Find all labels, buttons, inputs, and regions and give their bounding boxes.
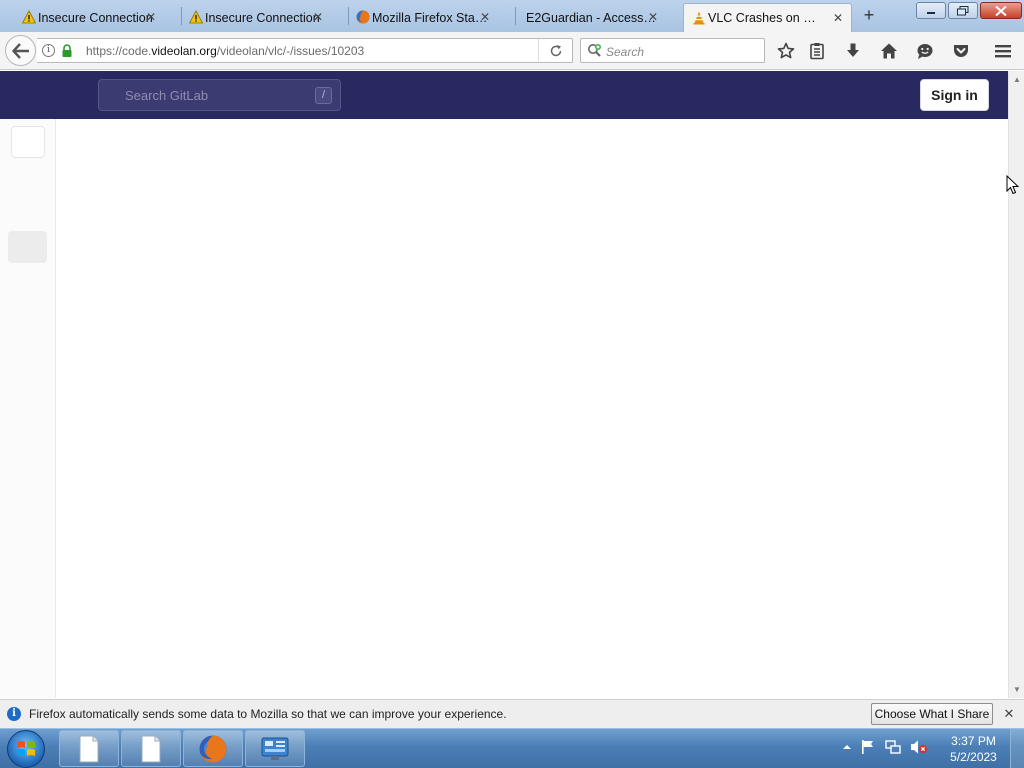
minimize-icon (927, 11, 935, 14)
lock-icon[interactable] (61, 44, 73, 58)
document-icon (79, 735, 99, 762)
download-arrow-icon (847, 43, 859, 57)
reader-list-button[interactable] (807, 41, 827, 61)
gitlab-search-input[interactable] (99, 80, 304, 110)
minimize-button[interactable] (916, 2, 946, 19)
search-shortcut-hint: / (315, 87, 332, 104)
volume-muted-icon[interactable] (910, 739, 928, 755)
sidebar-project-avatar[interactable] (11, 126, 45, 158)
close-window-button[interactable] (980, 2, 1022, 19)
home-button[interactable] (879, 41, 899, 61)
hello-button[interactable] (915, 41, 935, 61)
url-scheme: https://code. (86, 44, 152, 58)
tab-insecure-connection-2[interactable]: Insecure Connection ✕ (181, 3, 331, 32)
gitlab-header: / Sign in (0, 71, 1008, 119)
url-bar[interactable]: i https://code.videolan.org/videolan/vlc… (37, 38, 573, 63)
taskbar-firefox[interactable] (183, 730, 243, 767)
control-panel-icon (261, 737, 289, 760)
mouse-cursor-icon (1006, 175, 1020, 195)
document-icon (141, 735, 161, 762)
star-icon (777, 42, 795, 59)
downloads-button[interactable] (843, 41, 863, 61)
taskbar-explorer-2[interactable] (121, 730, 181, 767)
tab-close-icon[interactable]: ✕ (144, 10, 158, 24)
action-center-flag-icon[interactable] (860, 739, 876, 755)
scroll-down-arrow-icon[interactable]: ▼ (1013, 685, 1021, 694)
clipboard-icon (810, 43, 824, 60)
firefox-icon (199, 735, 227, 762)
smiley-chat-icon (917, 44, 933, 59)
vlc-cone-icon (693, 11, 705, 25)
bookmark-star-button[interactable] (776, 41, 796, 61)
reload-button[interactable] (538, 39, 572, 62)
tab-close-icon[interactable]: ✕ (646, 10, 660, 24)
clock-time: 3:37 PM (951, 734, 996, 748)
tab-label: VLC Crashes on no... (708, 11, 818, 25)
tab-label: Mozilla Firefox Star... (372, 10, 488, 25)
taskbar-explorer-1[interactable] (59, 730, 119, 767)
choose-what-i-share-button[interactable]: Choose What I Share (871, 703, 993, 725)
sign-in-button[interactable]: Sign in (920, 79, 989, 111)
gitlab-sidebar (0, 119, 56, 698)
vertical-scrollbar[interactable]: ▲ ▼ (1008, 71, 1024, 698)
tab-label: Insecure Connection (38, 10, 153, 25)
pocket-button[interactable] (951, 41, 971, 61)
home-icon (881, 43, 897, 59)
tab-strip: Insecure Connection ✕ Insecure Connectio… (0, 0, 1024, 32)
url-text[interactable]: https://code.videolan.org/videolan/vlc/-… (86, 44, 364, 58)
start-button[interactable] (7, 730, 45, 768)
tab-insecure-connection-1[interactable]: Insecure Connection ✕ (14, 3, 164, 32)
web-page: / Sign in (0, 71, 1008, 698)
restore-button[interactable] (948, 2, 978, 19)
gitlab-search-box[interactable]: / (98, 79, 341, 111)
info-icon: i (7, 707, 21, 721)
firefox-icon (356, 10, 370, 24)
search-bar[interactable]: Search (580, 38, 765, 63)
system-clock[interactable]: 3:37 PM 5/2/2023 (946, 733, 1001, 765)
hamburger-menu-icon (995, 45, 1011, 58)
window-controls (916, 2, 1022, 19)
show-hidden-icons-icon[interactable] (843, 743, 851, 751)
tab-label: Insecure Connection (205, 10, 320, 25)
url-host: videolan.org (151, 44, 217, 58)
close-icon (995, 5, 1007, 16)
show-desktop-button[interactable] (1010, 729, 1024, 768)
reload-icon (550, 44, 561, 56)
windows-taskbar: 3:37 PM 5/2/2023 (0, 728, 1024, 768)
warning-icon (22, 10, 36, 24)
tab-e2guardian[interactable]: E2Guardian - Access D... ✕ (515, 3, 666, 32)
tab-close-icon[interactable]: ✕ (311, 10, 325, 24)
back-arrow-icon (11, 42, 29, 59)
sidebar-item-placeholder[interactable] (8, 231, 47, 263)
search-engine-icon (588, 44, 601, 57)
site-info-icon[interactable]: i (42, 44, 55, 57)
tab-close-icon[interactable]: ✕ (831, 11, 845, 25)
network-icon[interactable] (885, 739, 901, 755)
tab-close-icon[interactable]: ✕ (478, 10, 492, 24)
navigation-toolbar: i https://code.videolan.org/videolan/vlc… (0, 32, 1024, 70)
clock-date: 5/2/2023 (950, 750, 997, 764)
open-menu-button[interactable] (993, 41, 1013, 61)
pocket-icon (954, 45, 968, 57)
restore-icon (957, 5, 969, 15)
back-button[interactable] (5, 35, 36, 66)
data-sharing-notification-bar: i Firefox automatically sends some data … (0, 699, 1024, 728)
tab-mozilla-firefox-start[interactable]: Mozilla Firefox Star... ✕ (348, 3, 498, 32)
new-tab-button[interactable]: + (859, 6, 879, 26)
warning-icon (189, 10, 203, 24)
system-tray (843, 739, 928, 755)
notification-text: Firefox automatically sends some data to… (29, 707, 507, 721)
windows-logo-icon (17, 741, 35, 756)
tab-vlc-crashes[interactable]: VLC Crashes on no... ✕ (683, 3, 852, 32)
notification-close-icon[interactable]: ✕ (1001, 706, 1017, 722)
taskbar-control-panel[interactable] (245, 730, 305, 767)
url-path: /videolan/vlc/-/issues/10203 (216, 44, 365, 58)
tab-label: E2Guardian - Access D... (526, 10, 656, 25)
scroll-up-arrow-icon[interactable]: ▲ (1013, 75, 1021, 84)
search-placeholder: Search (606, 45, 645, 59)
